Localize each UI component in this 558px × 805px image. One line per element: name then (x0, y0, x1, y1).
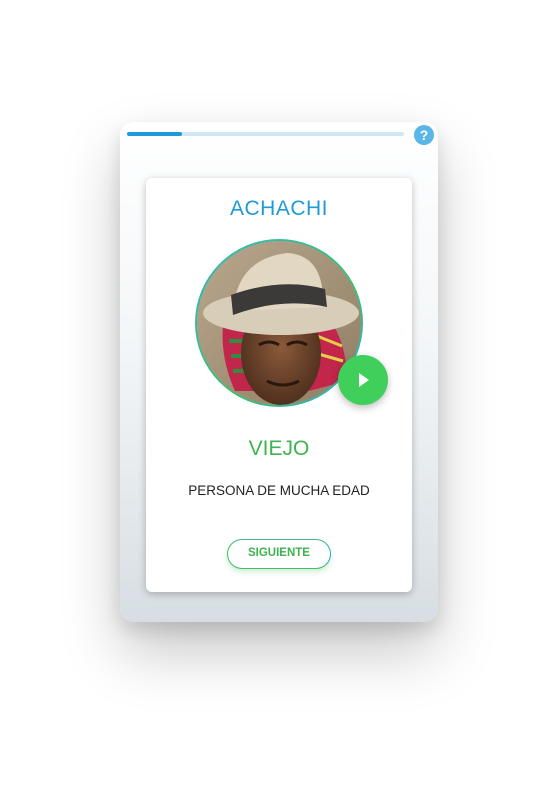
progress-fill (127, 132, 183, 136)
flashcard: ACHACHI VIEJO PERSONA DE MUCHA EDAD SIGU… (146, 178, 412, 592)
definition-text: PERSONA DE MUCHA EDAD (188, 483, 370, 498)
play-icon (359, 373, 369, 387)
question-mark-icon: ? (419, 127, 429, 143)
stage: ? ACHACHI VIEJO PERSONA DE MUCHA EDAD SI… (0, 0, 558, 805)
word-image (197, 241, 361, 405)
app-window: ? ACHACHI VIEJO PERSONA DE MUCHA EDAD SI… (120, 122, 438, 622)
help-button[interactable]: ? (414, 125, 434, 145)
progress-bar (127, 132, 404, 136)
translation-text: VIEJO (248, 437, 310, 460)
word-title: ACHACHI (229, 197, 328, 220)
next-button[interactable]: SIGUIENTE (227, 539, 331, 569)
play-audio-button[interactable] (338, 355, 388, 405)
